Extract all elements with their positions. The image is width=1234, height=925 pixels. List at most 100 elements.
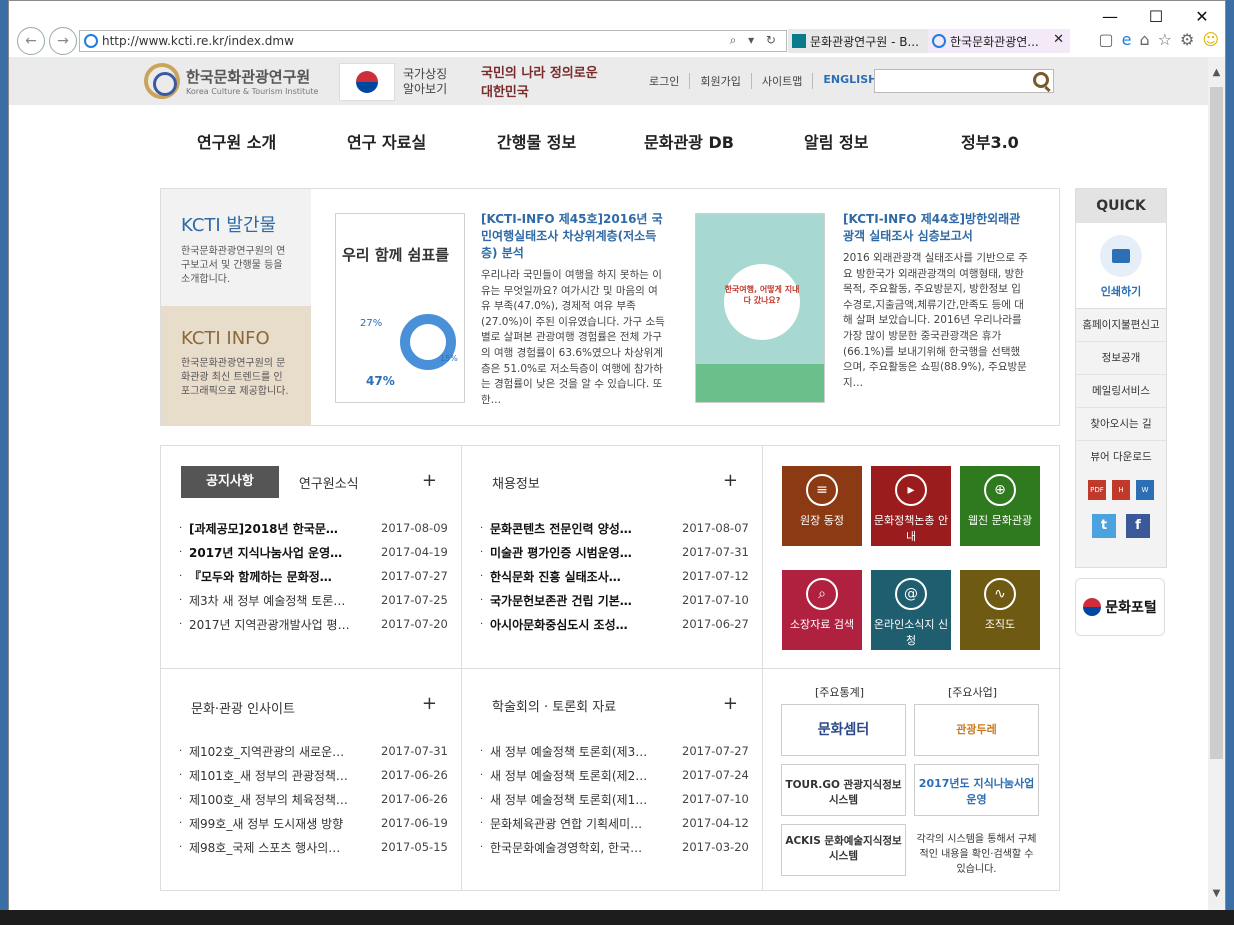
list-item[interactable]: · 제3차 새 정부 예술정책 토론… 2017-07-25	[179, 588, 449, 612]
login-link[interactable]: 로그인	[639, 73, 691, 89]
favorites-star-icon[interactable]: ☆	[1158, 30, 1172, 49]
join-link[interactable]: 회원가입	[690, 73, 752, 89]
info44-title[interactable]: [KCTI-INFO 제44호]방한외래관광객 실태조사 심층보고서	[843, 211, 1029, 245]
tab-bing[interactable]: 문화관광연구원 - B...	[788, 29, 928, 53]
quick-link-directions[interactable]: 찾아오시는 길	[1076, 408, 1166, 441]
list-item[interactable]: · 한식문화 진흥 실태조사… 2017-07-12	[480, 564, 750, 588]
list-item[interactable]: · 제101호_새 정부의 관광정책… 2017-06-26	[179, 763, 449, 787]
banner-ackis[interactable]: ACKIS 문화예술지식정보시스템	[781, 824, 906, 876]
gnb-research[interactable]: 연구 자료실	[347, 129, 426, 153]
quick-link-disclosure[interactable]: 정보공개	[1076, 342, 1166, 375]
banner-knowledge-sharing[interactable]: 2017년도 지식나눔사업 운영	[914, 764, 1039, 816]
tile-label: 원장 동정	[800, 514, 844, 527]
search-icon[interactable]	[1033, 72, 1049, 88]
quick-link-complaint[interactable]: 홈페이지불편신고	[1076, 309, 1166, 342]
word-icon[interactable]: W	[1136, 480, 1154, 500]
tab-kcti[interactable]: 한국문화관광연... ✕	[928, 29, 1070, 53]
minimize-button[interactable]: —	[1087, 3, 1133, 29]
scroll-up-icon[interactable]: ▲	[1208, 67, 1225, 84]
tab-notice[interactable]: 공지사항	[181, 466, 279, 498]
smiley-icon[interactable]: ☺	[1202, 30, 1219, 49]
gnb-db[interactable]: 문화관광 DB	[644, 129, 734, 153]
maximize-button[interactable]: ☐	[1133, 3, 1179, 29]
list-item[interactable]: · 한국문화예술경영학회, 한국… 2017-03-20	[480, 835, 750, 859]
forward-button[interactable]: →	[49, 27, 77, 55]
twitter-icon[interactable]: t	[1092, 514, 1116, 538]
thumb1-title: 우리 함께 쉼표를	[342, 246, 450, 264]
list-item[interactable]: · 새 정부 예술정책 토론회(제2… 2017-07-24	[480, 763, 750, 787]
banner-munhwa-semteo[interactable]: 문화셈터	[781, 704, 906, 756]
list-item[interactable]: · 아시아문화중심도시 조성… 2017-06-27	[480, 612, 750, 636]
settings-gear-icon[interactable]: ⚙	[1180, 30, 1194, 49]
list-item[interactable]: · 새 정부 예술정책 토론회(제3… 2017-07-27	[480, 739, 750, 763]
kcti-info-tab[interactable]: KCTI INFO 한국문화관광연구원의 문화관광 최신 트렌드를 인포그래픽으…	[161, 306, 311, 425]
flag-text-line1: 국가상징	[403, 67, 448, 81]
list-item[interactable]: · 『모두와 함께하는 문화정… 2017-07-27	[179, 564, 449, 588]
facebook-icon[interactable]: f	[1126, 514, 1150, 538]
flag-text[interactable]: 국가상징 알아보기	[403, 67, 447, 97]
more-plus-icon[interactable]: +	[422, 693, 437, 714]
tile-webzine[interactable]: ⊕ 웹진 문화관광	[960, 466, 1040, 546]
gnb-publications[interactable]: 간행물 정보	[497, 129, 576, 153]
more-plus-icon[interactable]: +	[723, 693, 738, 714]
kcti-publications-tab[interactable]: KCTI 발간물 한국문화관광연구원의 연구보고서 및 간행물 등을 소개합니다…	[161, 189, 311, 306]
seminar-title[interactable]: 학술회의 · 토론회 자료	[492, 696, 616, 715]
kcti-logo[interactable]: 한국문화관광연구원 Korea Culture & Tourism Instit…	[144, 63, 318, 99]
info45-title[interactable]: [KCTI-INFO 제45호]2016년 국민여행실태조사 차상위계층(저소득…	[481, 211, 667, 262]
list-item[interactable]: · [과제공모]2018년 한국문… 2017-08-09	[179, 516, 449, 540]
bing-icon	[792, 34, 806, 48]
tile-label: 문화정책논총 안내	[873, 514, 949, 543]
new-tab-icon[interactable]: ▢	[1099, 30, 1114, 49]
sitemap-link[interactable]: 사이트맵	[752, 73, 814, 89]
gnb-gov30[interactable]: 정부3.0	[961, 129, 1019, 153]
national-flag[interactable]	[339, 63, 395, 101]
tile-library-search[interactable]: ⌕ 소장자료 검색	[782, 570, 862, 650]
quick-link-viewer[interactable]: 뷰어 다운로드	[1076, 441, 1166, 474]
list-item[interactable]: · 제100호_새 정부의 체육정책… 2017-06-26	[179, 787, 449, 811]
scroll-thumb[interactable]	[1210, 87, 1223, 759]
address-bar[interactable]: http://www.kcti.re.kr/index.dmw ⌕ ▾ ↻	[79, 30, 787, 52]
banner-tourgo[interactable]: TOUR.GO 관광지식정보시스템	[781, 764, 906, 816]
close-tab-icon[interactable]: ✕	[1053, 32, 1064, 47]
quick-menu: QUICK 인쇄하기 홈페이지불편신고 정보공개 메일링서비스 찾아오시는 길 …	[1075, 188, 1167, 568]
list-item[interactable]: · 국가문헌보존관 건립 기본… 2017-07-10	[480, 588, 750, 612]
info44-thumbnail[interactable]: 한국여행, 어떻게 지내다 갔나요?	[695, 213, 825, 403]
tab-news[interactable]: 연구원소식	[299, 473, 359, 492]
list-item[interactable]: · 문화콘텐츠 전문인력 양성… 2017-08-07	[480, 516, 750, 540]
ie-logo-icon[interactable]: e	[1122, 30, 1132, 49]
more-plus-icon[interactable]: +	[723, 470, 738, 491]
tile-newsletter[interactable]: @ 온라인소식지 신청	[871, 570, 951, 650]
home-icon[interactable]: ⌂	[1139, 30, 1149, 49]
list-item[interactable]: · 2017년 지역관광개발사업 평… 2017-07-20	[179, 612, 449, 636]
back-button[interactable]: ←	[17, 27, 45, 55]
list-item[interactable]: · 제98호_국제 스포츠 행사의… 2017-05-15	[179, 835, 449, 859]
at-icon: @	[895, 578, 927, 610]
close-button[interactable]: ✕	[1179, 3, 1225, 29]
vertical-scrollbar[interactable]: ▲ ▼	[1208, 57, 1225, 911]
banner-tourism-durae[interactable]: 관광두레	[914, 704, 1039, 756]
tile-director-news[interactable]: ≡ 원장 동정	[782, 466, 862, 546]
search-input[interactable]	[874, 69, 1054, 93]
tile-org-chart[interactable]: ∿ 조직도	[960, 570, 1040, 650]
address-tools[interactable]: ⌕ ▾ ↻	[730, 33, 780, 48]
insight-title[interactable]: 문화·관광 인사이트	[191, 698, 295, 717]
print-button[interactable]: 인쇄하기	[1076, 223, 1166, 309]
gnb-about[interactable]: 연구원 소개	[197, 129, 276, 153]
gnb-notice[interactable]: 알림 정보	[804, 129, 868, 153]
tile-policy-journal[interactable]: ▸ 문화정책논총 안내	[871, 466, 951, 546]
scroll-down-icon[interactable]: ▼	[1208, 888, 1225, 905]
list-item[interactable]: · 새 정부 예술정책 토론회(제1… 2017-07-10	[480, 787, 750, 811]
recruit-title[interactable]: 채용정보	[492, 473, 540, 492]
more-plus-icon[interactable]: +	[422, 470, 437, 491]
list-item[interactable]: · 문화체육관광 연합 기획세미… 2017-04-12	[480, 811, 750, 835]
list-item[interactable]: · 제99호_새 정부 도시재생 방향 2017-06-19	[179, 811, 449, 835]
pdf-icon[interactable]: PDF	[1088, 480, 1106, 500]
list-item[interactable]: · 미술관 평가인증 시범운영… 2017-07-31	[480, 540, 750, 564]
sns-icons: t f	[1076, 506, 1166, 546]
quick-link-mailing[interactable]: 메일링서비스	[1076, 375, 1166, 408]
hwp-icon[interactable]: H	[1112, 480, 1130, 500]
list-item[interactable]: · 제102호_지역관광의 새로운… 2017-07-31	[179, 739, 449, 763]
list-item[interactable]: · 2017년 지식나눔사업 운영… 2017-04-19	[179, 540, 449, 564]
culture-portal-banner[interactable]: 문화포털	[1075, 578, 1165, 636]
info45-thumbnail[interactable]: 우리 함께 쉼표를 27% 15% 47%	[335, 213, 465, 403]
